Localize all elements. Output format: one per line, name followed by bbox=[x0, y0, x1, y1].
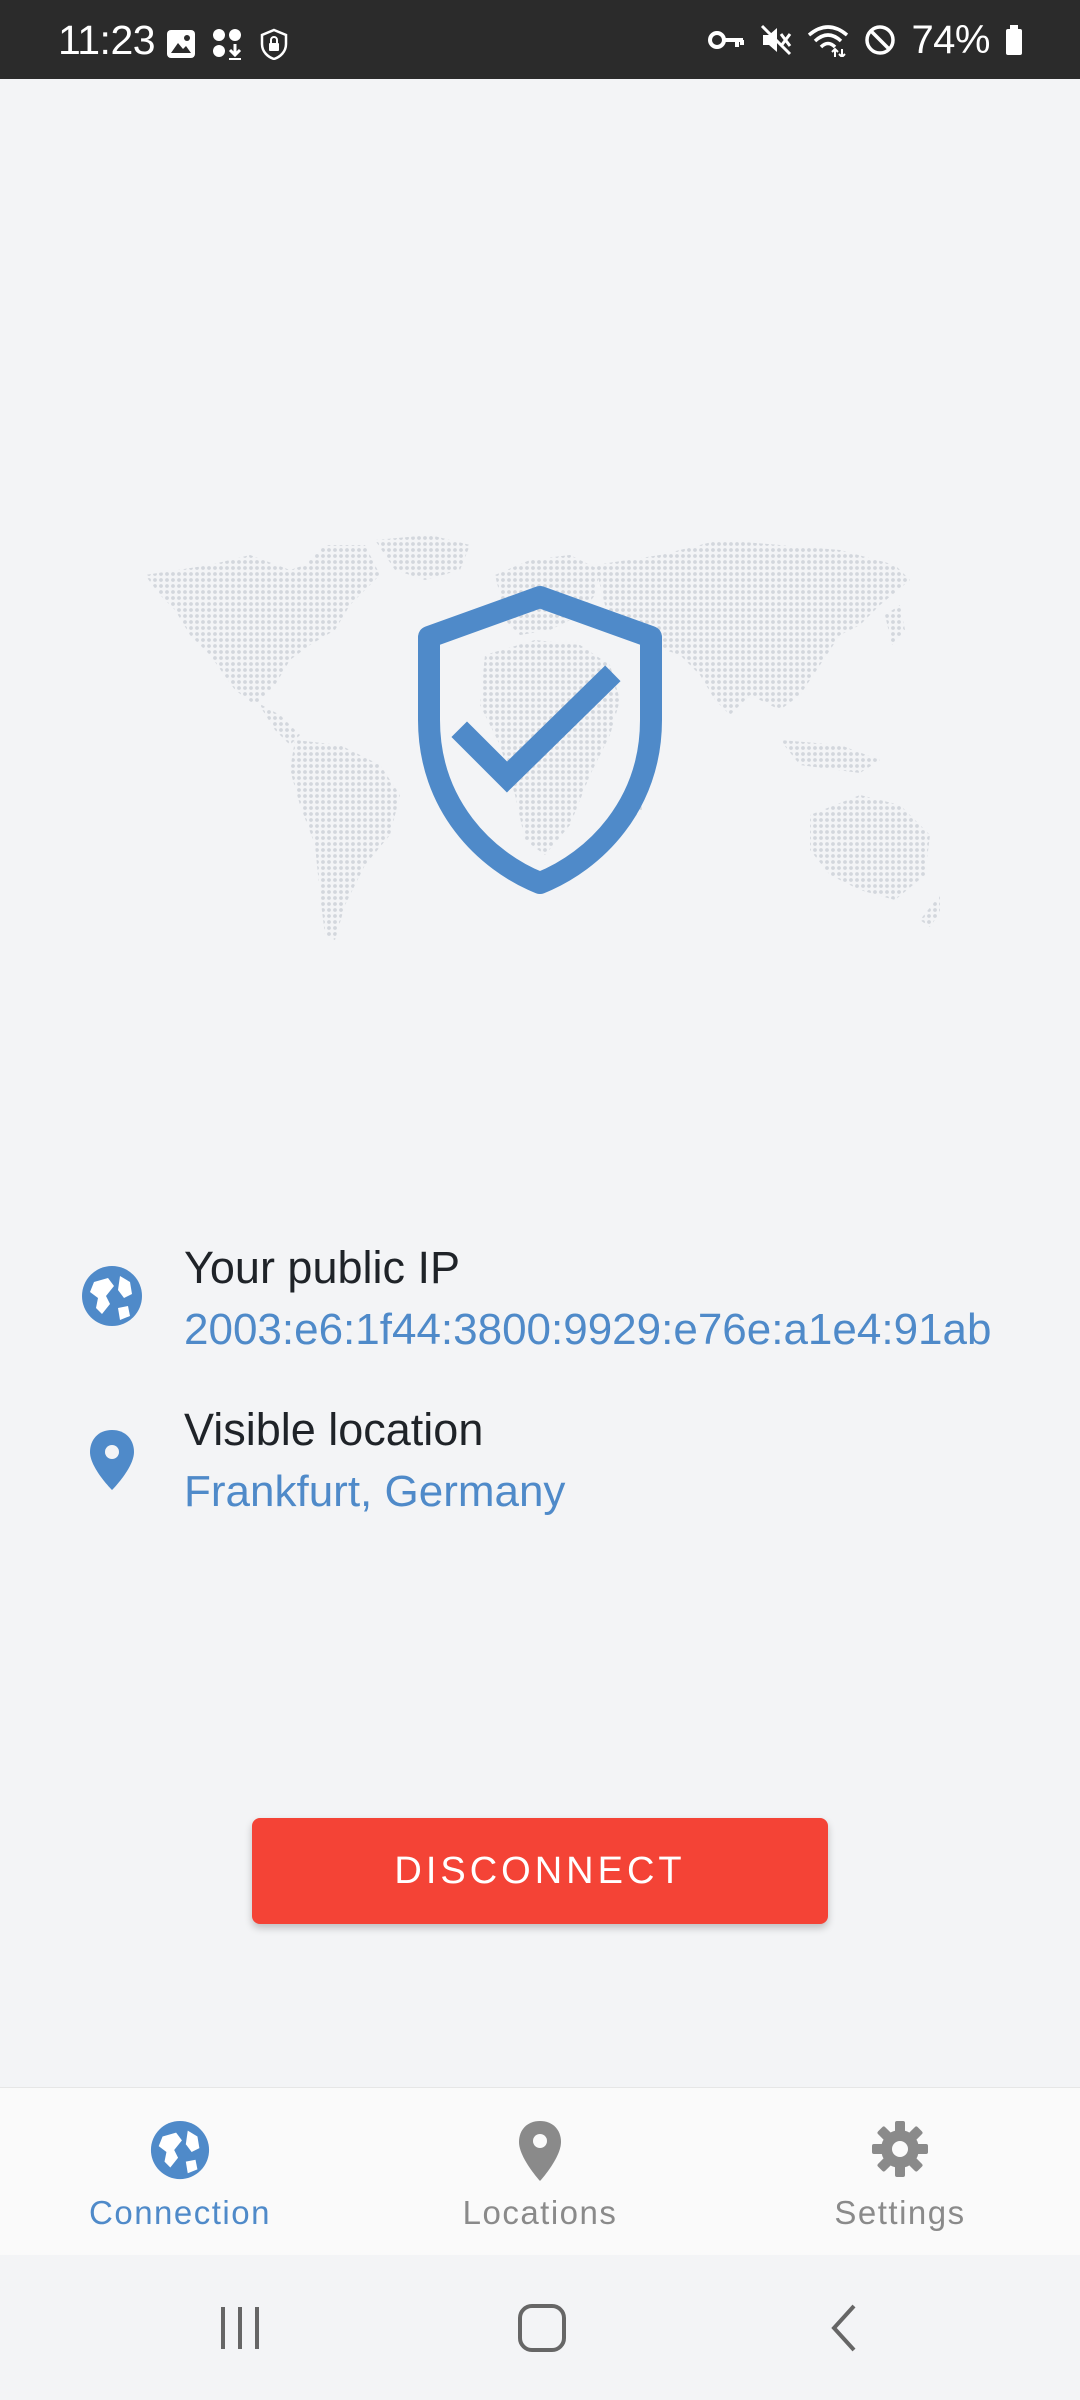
home-icon bbox=[518, 2303, 566, 2352]
image-icon bbox=[167, 30, 195, 58]
disconnect-button[interactable]: DISCONNECT bbox=[252, 1818, 828, 1924]
wifi-icon bbox=[808, 25, 849, 57]
back-icon bbox=[831, 2304, 856, 2351]
status-bar: 11:23 74% bbox=[0, 0, 1080, 79]
battery-percent: 74% bbox=[911, 18, 990, 62]
tab-connection-label: Connection bbox=[89, 2194, 271, 2231]
tab-settings-label: Settings bbox=[834, 2194, 966, 2231]
shield-lock-icon bbox=[260, 28, 288, 60]
shield-check-icon bbox=[418, 586, 662, 894]
visible-location-label: Visible location bbox=[184, 1404, 484, 1455]
bottom-tab-bar: Connection Locations Settings bbox=[0, 2087, 1080, 2255]
hero-illustration bbox=[140, 535, 940, 955]
tab-locations[interactable]: Locations bbox=[360, 2088, 720, 2256]
public-ip-value: 2003:e6:1f44:3800:9929:e76e:a1e4:91ab bbox=[184, 1305, 992, 1354]
status-time: 11:23 bbox=[58, 17, 156, 63]
public-ip-label: Your public IP bbox=[184, 1242, 461, 1293]
recents-button[interactable] bbox=[140, 2255, 340, 2400]
tab-settings[interactable]: Settings bbox=[720, 2088, 1080, 2256]
back-button[interactable] bbox=[744, 2255, 944, 2400]
globe-icon bbox=[82, 1266, 142, 1326]
system-nav-bar bbox=[0, 2255, 1080, 2400]
globe-icon bbox=[150, 2120, 210, 2180]
mute-icon bbox=[761, 24, 792, 56]
gear-icon bbox=[872, 2121, 928, 2177]
vpn-key-icon bbox=[708, 31, 745, 49]
location-pin-icon bbox=[90, 1430, 134, 1490]
battery-icon bbox=[1006, 25, 1022, 55]
visible-location-value: Frankfurt, Germany bbox=[184, 1467, 566, 1516]
home-button[interactable] bbox=[442, 2255, 642, 2400]
recents-icon bbox=[221, 2306, 259, 2349]
location-pin-icon bbox=[519, 2121, 561, 2181]
download-icon bbox=[213, 29, 242, 60]
dnd-icon bbox=[865, 25, 896, 55]
tab-connection[interactable]: Connection bbox=[0, 2088, 360, 2256]
tab-locations-label: Locations bbox=[462, 2194, 618, 2231]
